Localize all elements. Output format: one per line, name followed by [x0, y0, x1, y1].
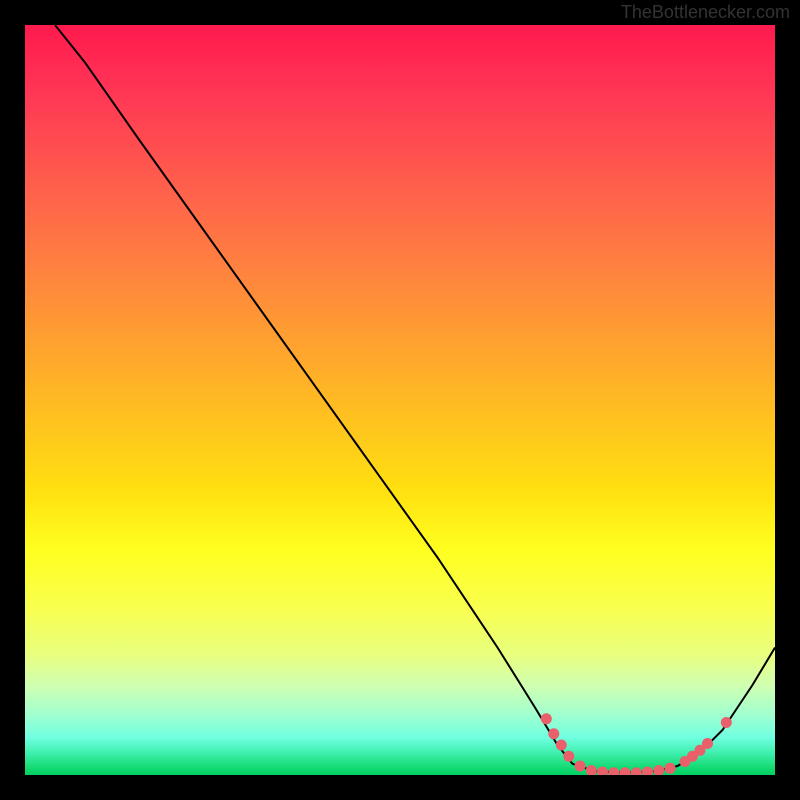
data-marker — [541, 713, 552, 724]
data-marker — [702, 738, 713, 749]
data-marker — [548, 728, 559, 739]
data-marker — [620, 767, 631, 775]
data-marker — [631, 767, 642, 775]
data-marker — [642, 767, 653, 776]
data-marker — [653, 765, 664, 775]
bottleneck-curve — [55, 25, 775, 773]
data-marker — [665, 763, 676, 774]
data-marker — [556, 740, 567, 751]
attribution-text: TheBottlenecker.com — [621, 2, 790, 23]
chart-svg — [25, 25, 775, 775]
data-marker — [597, 767, 608, 776]
data-marker — [575, 761, 586, 772]
chart-plot-area — [25, 25, 775, 775]
data-marker — [608, 767, 619, 775]
data-marker — [563, 751, 574, 762]
data-marker — [586, 765, 597, 775]
data-marker — [721, 717, 732, 728]
data-markers — [541, 713, 732, 775]
